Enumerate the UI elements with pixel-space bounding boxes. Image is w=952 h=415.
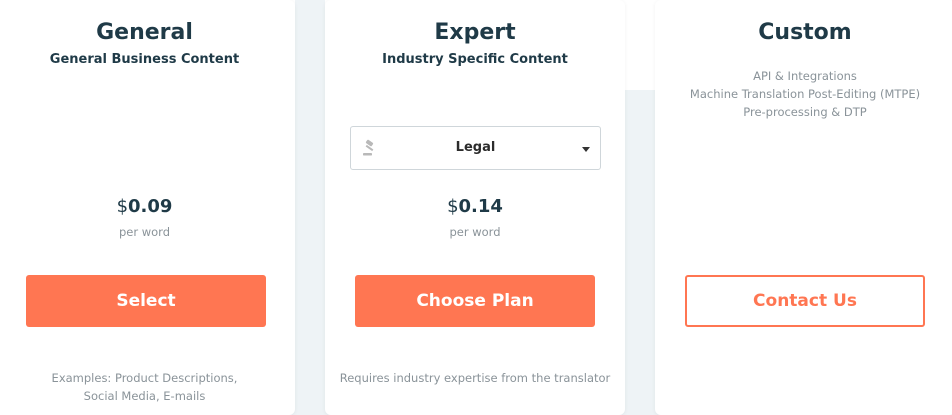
plan-card-general: General General Business Content $0.09 p…	[0, 0, 295, 415]
price-currency: $	[116, 196, 129, 217]
contact-us-button[interactable]: Contact Us	[685, 275, 925, 327]
page-background-strip	[295, 0, 325, 90]
price-amount: 0.09	[128, 196, 173, 217]
plan-price: $0.09	[0, 196, 295, 217]
feature-item: Pre-processing & DTP	[743, 105, 867, 119]
industry-dropdown-value: Legal	[455, 140, 496, 155]
plan-note: Requires industry expertise from the tra…	[325, 369, 625, 387]
plan-subtitle: Industry Specific Content	[382, 52, 568, 67]
feature-list: API & Integrations Machine Translation P…	[655, 67, 952, 121]
plan-note-line: Examples: Product Descriptions,	[51, 371, 238, 385]
plan-title: General	[96, 20, 193, 45]
chevron-down-icon	[582, 147, 590, 152]
price-unit: per word	[449, 225, 501, 239]
plan-price: $0.14	[325, 196, 625, 217]
plan-note: Examples: Product Descriptions, Social M…	[0, 369, 295, 405]
plan-card-expert: Expert Industry Specific Content Legal $…	[325, 0, 625, 415]
plan-title: Custom	[758, 20, 852, 45]
industry-dropdown[interactable]: Legal	[350, 126, 601, 170]
select-button[interactable]: Select	[26, 275, 266, 327]
price-currency: $	[447, 196, 459, 217]
plan-card-custom: Custom API & Integrations Machine Transl…	[655, 0, 952, 415]
choose-plan-button[interactable]: Choose Plan	[355, 275, 595, 327]
feature-item: Machine Translation Post-Editing (MTPE)	[689, 87, 921, 101]
plan-title: Expert	[434, 20, 516, 45]
price-unit: per word	[118, 225, 171, 239]
plan-subtitle: General Business Content	[49, 52, 240, 67]
feature-item: API & Integrations	[753, 69, 857, 83]
plan-note-line: Requires industry expertise from the tra…	[339, 371, 611, 385]
plan-note-line: Social Media, E-mails	[83, 389, 206, 403]
price-amount: 0.14	[458, 196, 503, 217]
